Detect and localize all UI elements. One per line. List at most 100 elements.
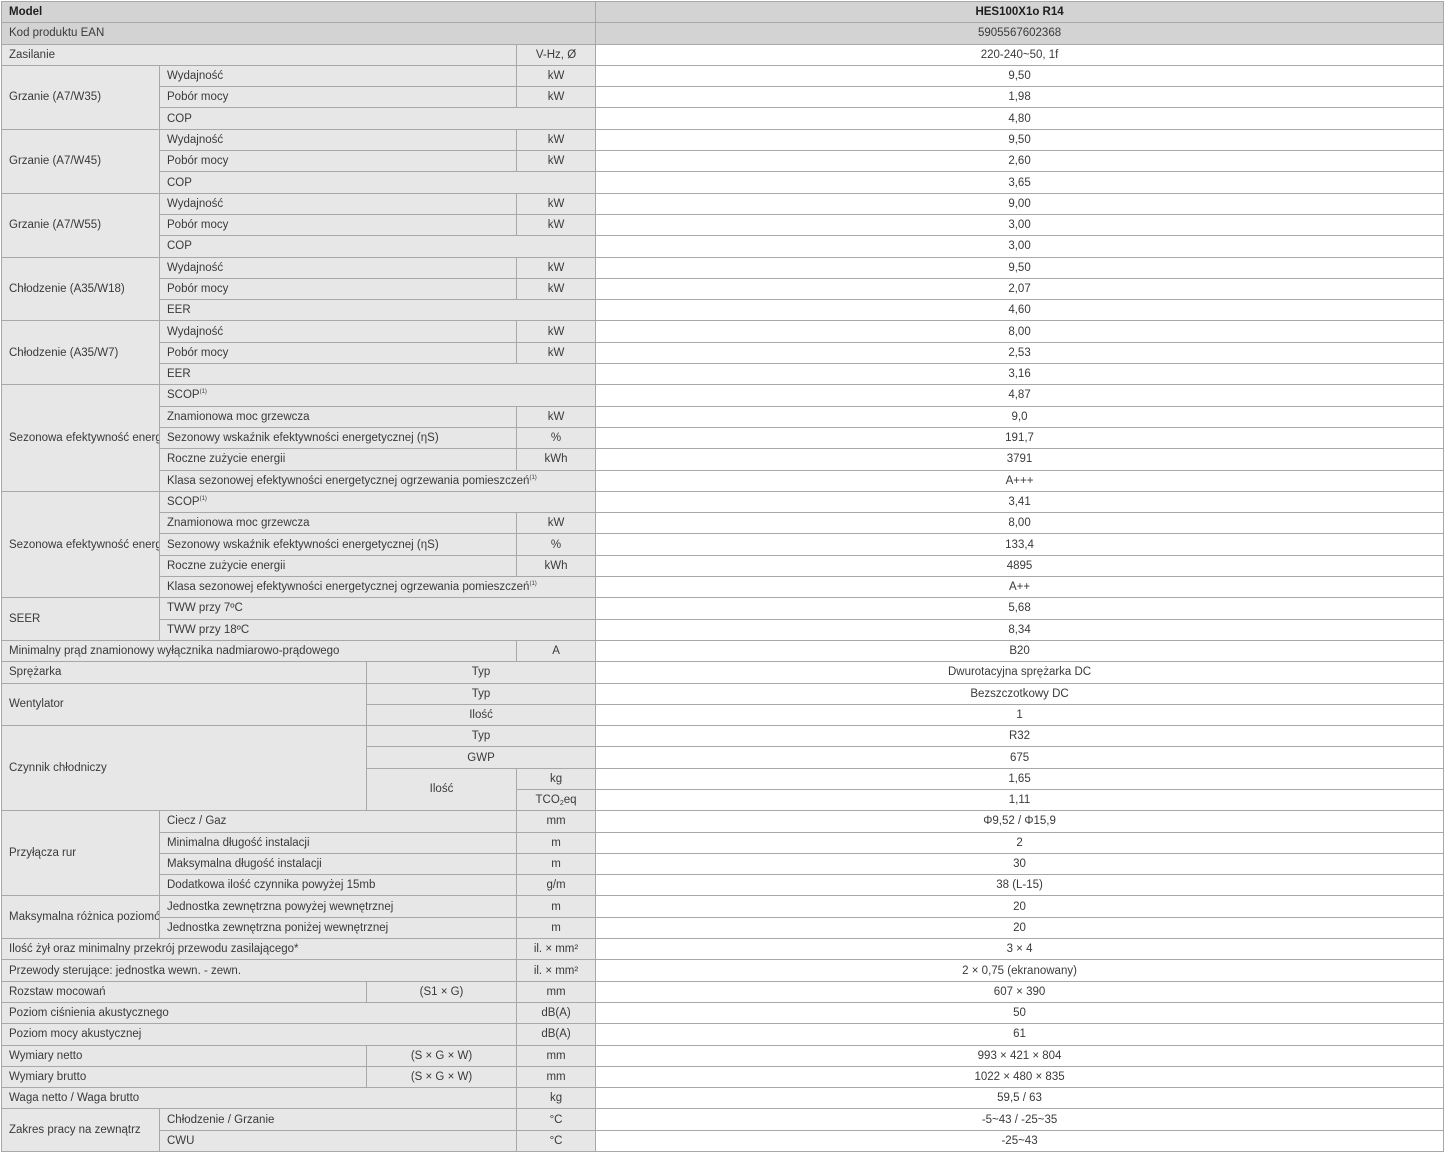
- perf-row-value: 2,53: [595, 341, 1444, 365]
- refrigerant-type-value: R32: [595, 725, 1444, 748]
- perf-row: Chłodzenie (A35/W18) Wydajność kW 9,50: [1, 256, 1444, 322]
- seasonal-row-label: Sezonowy wskaźnik efektywności energetyc…: [159, 426, 517, 450]
- mounting-sub: (S1 × G): [366, 980, 517, 1003]
- operating-row-value: -25~43: [595, 1129, 1444, 1153]
- seasonal-row-label: Sezonowy wskaźnik efektywności energetyc…: [159, 533, 517, 556]
- perf-row-label: COP: [158, 235, 597, 258]
- control-wiring-row: Przewody sterujące: jednostka wewn. - ze…: [1, 959, 1444, 982]
- perf-row-label: Wydajność: [159, 128, 517, 152]
- levels-row-unit: m: [515, 916, 597, 940]
- perf-row-value: 9,50: [595, 256, 1444, 279]
- operating-row: CWU °C -25~43: [2, 1129, 1444, 1153]
- footnote-marker: (1): [529, 581, 537, 588]
- perf-row-label: Wydajność: [159, 320, 517, 343]
- pipes-row: Przyłącza rur Ciecz / Gaz mm Φ9,52 / Φ15…: [1, 810, 1444, 897]
- perf-row-label: Pobór mocy: [159, 341, 517, 365]
- pwl-label: Poziom mocy akustycznej: [1, 1023, 517, 1046]
- fan-row-value: Bezszczotkowy DC: [595, 682, 1444, 705]
- seasonal-group-title: Sezonowa efektywność energetyczna TWW pr…: [1, 490, 160, 599]
- seer-row: TWW przy 18ºC 8,34: [2, 618, 1444, 641]
- mounting-label: Rozstaw mocowań: [1, 980, 367, 1003]
- perf-row-value: 4,60: [595, 299, 1444, 322]
- perf-row-label: Pobór mocy: [159, 277, 517, 301]
- spl-unit: dB(A): [515, 1001, 597, 1025]
- fan-row: Wentylator Typ Bezszczotkowy DC: [1, 682, 1444, 727]
- perf-row-label: EER: [158, 363, 597, 386]
- breaker-row: Minimalny prąd znamionowy wyłącznika nad…: [1, 639, 1444, 663]
- seasonal-row-label: Klasa sezonowej efektywności energetyczn…: [158, 576, 597, 599]
- perf-row-unit: kW: [515, 86, 597, 109]
- perf-row-label: Wydajność: [159, 64, 517, 88]
- levels-row: Jednostka zewnętrzna poniżej wewnętrznej…: [2, 916, 1444, 940]
- perf-row: Grzanie (A7/W45) Wydajność kW 9,50: [1, 128, 1444, 194]
- perf-row: Grzanie (A7/W55) Wydajność kW 9,00: [1, 192, 1444, 258]
- seasonal-row-value: A++: [595, 576, 1444, 599]
- perf-row-unit: kW: [515, 213, 597, 237]
- perf-row-value: 9,50: [595, 128, 1444, 152]
- seasonal-group-title: Sezonowa efektywność energetyczna TWW pr…: [1, 384, 160, 492]
- mounting-row: Rozstaw mocowań (S1 × G) mm 607 × 390: [1, 980, 1444, 1003]
- perf-row: COP 3,00: [2, 235, 1444, 258]
- weight-label: Waga netto / Waga brutto: [1, 1087, 517, 1110]
- perf-row-label: EER: [158, 299, 597, 322]
- pipes-row-label: Maksymalna długość instalacji: [159, 852, 517, 876]
- perf-group-title: Grzanie (A7/W35): [1, 64, 160, 130]
- seasonal-row-value: 3,41: [595, 490, 1444, 514]
- seasonal-row-unit: kWh: [515, 554, 597, 578]
- perf-row-unit: kW: [515, 64, 597, 88]
- spl-row: Poziom ciśnienia akustycznego dB(A) 50: [1, 1001, 1444, 1025]
- wiring-label: Ilość żył oraz minimalny przekrój przewo…: [1, 938, 517, 961]
- pipes-row-label: Minimalna długość instalacji: [159, 831, 517, 854]
- ean-label: Kod produktu EAN: [0, 22, 597, 45]
- perf-row-unit: kW: [515, 277, 597, 301]
- seasonal-row: Znamionowa moc grzewcza kW 8,00: [2, 512, 1444, 535]
- perf-row: Pobór mocy kW 2,60: [2, 150, 1444, 173]
- mounting-unit: mm: [515, 980, 597, 1003]
- seasonal-row-value: 8,00: [595, 512, 1444, 535]
- pipes-row-unit: g/m: [515, 874, 597, 897]
- seasonal-row-label: SCOP(1): [158, 490, 597, 514]
- perf-row: COP 3,65: [2, 171, 1444, 194]
- perf-row: Grzanie (A7/W35) Wydajność kW 9,50: [1, 64, 1444, 130]
- dim-net-value: 993 × 421 × 804: [595, 1044, 1444, 1067]
- weight-value: 59,5 / 63: [595, 1087, 1444, 1110]
- footnote-marker: (1): [199, 389, 207, 396]
- power-supply-label: Zasilanie: [1, 43, 517, 66]
- refrigerant-qty-kg-value: 1,65: [595, 767, 1444, 790]
- wiring-value: 3 × 4: [595, 938, 1444, 961]
- levels-title: Maksymalna różnica poziomów: [1, 895, 160, 940]
- table-header-row: Model HES100X1o R14: [0, 0, 1444, 24]
- pipes-row: Minimalna długość instalacji m 2: [2, 831, 1444, 854]
- levels-row-label: Jednostka zewnętrzna poniżej wewnętrznej: [159, 916, 517, 940]
- pipes-row-label: Dodatkowa ilość czynnika powyżej 15mb: [159, 874, 517, 897]
- compressor-sub: Typ: [365, 661, 597, 684]
- spl-value: 50: [595, 1001, 1444, 1025]
- control-wiring-unit: il. × mm²: [515, 959, 597, 982]
- refrigerant-qty-kg-unit: kg: [515, 767, 597, 790]
- refrigerant-gwp-label: GWP: [365, 746, 597, 769]
- perf-row-value: 3,16: [595, 363, 1444, 386]
- perf-row: Pobór mocy kW 1,98: [2, 86, 1444, 109]
- model-value: HES100X1o R14: [595, 0, 1444, 24]
- seasonal-row-value: 4,87: [595, 384, 1444, 407]
- perf-row-value: 3,00: [595, 235, 1444, 258]
- seasonal-row-label: Znamionowa moc grzewcza: [159, 512, 517, 535]
- wiring-unit: il. × mm²: [515, 938, 597, 961]
- power-supply-unit: V-Hz, Ø: [515, 43, 597, 66]
- perf-row-unit: kW: [515, 150, 597, 173]
- perf-row: EER 4,60: [2, 299, 1444, 322]
- refrigerant-qty-tco-value: 1,11: [595, 788, 1444, 812]
- perf-row-value: 9,50: [595, 64, 1444, 88]
- seasonal-row: Klasa sezonowej efektywności energetyczn…: [2, 576, 1444, 599]
- perf-row-label: Wydajność: [159, 256, 517, 279]
- refrigerant-qty-tco-unit: TCO2eq: [515, 788, 597, 812]
- levels-row: Maksymalna różnica poziomów Jednostka ze…: [1, 895, 1444, 940]
- dim-gross-row: Wymiary brutto (S × G × W) mm 1022 × 480…: [1, 1065, 1444, 1089]
- seasonal-row-label: Znamionowa moc grzewcza: [159, 405, 517, 428]
- pipes-row-unit: m: [515, 831, 597, 854]
- pipes-row: Dodatkowa ilość czynnika powyżej 15mb g/…: [2, 874, 1444, 897]
- seer-title: SEER: [1, 597, 160, 641]
- perf-row: Pobór mocy kW 3,00: [2, 213, 1444, 237]
- model-label: Model: [0, 0, 597, 24]
- footnote-marker: (1): [199, 495, 207, 502]
